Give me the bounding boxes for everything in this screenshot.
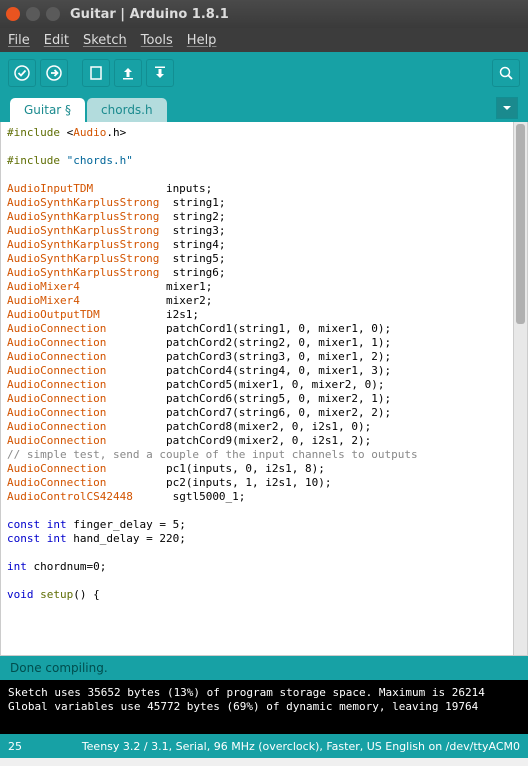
window-maximize-button[interactable] — [46, 7, 60, 21]
tabbar: Guitar § chords.h — [0, 94, 528, 122]
tab-guitar[interactable]: Guitar § — [10, 98, 85, 122]
console-output[interactable]: Sketch uses 35652 bytes (13%) of program… — [0, 680, 528, 734]
editor-scrollbar[interactable] — [513, 122, 527, 655]
window-close-button[interactable] — [6, 7, 20, 21]
menu-file[interactable]: File — [8, 33, 30, 48]
menu-tools[interactable]: Tools — [141, 33, 173, 48]
menu-edit[interactable]: Edit — [44, 33, 69, 48]
editor-area: #include <Audio.h> #include "chords.h" A… — [0, 122, 528, 656]
code-editor[interactable]: #include <Audio.h> #include "chords.h" A… — [1, 122, 513, 655]
toolbar — [0, 52, 528, 94]
serial-monitor-button[interactable] — [492, 59, 520, 87]
window-title: Guitar | Arduino 1.8.1 — [70, 7, 229, 22]
menubar: File Edit Sketch Tools Help — [0, 28, 528, 52]
menu-sketch[interactable]: Sketch — [83, 33, 127, 48]
scrollbar-thumb[interactable] — [516, 124, 525, 324]
save-button[interactable] — [146, 59, 174, 87]
new-button[interactable] — [82, 59, 110, 87]
titlebar: Guitar | Arduino 1.8.1 — [0, 0, 528, 28]
board-info: Teensy 3.2 / 3.1, Serial, 96 MHz (overcl… — [82, 740, 520, 753]
statusbar: 25 Teensy 3.2 / 3.1, Serial, 96 MHz (ove… — [0, 734, 528, 758]
compile-status: Done compiling. — [0, 656, 528, 680]
verify-button[interactable] — [8, 59, 36, 87]
menu-help[interactable]: Help — [187, 33, 217, 48]
tab-chords[interactable]: chords.h — [87, 98, 167, 122]
tab-menu-button[interactable] — [496, 97, 518, 119]
open-button[interactable] — [114, 59, 142, 87]
window-minimize-button[interactable] — [26, 7, 40, 21]
upload-button[interactable] — [40, 59, 68, 87]
line-number: 25 — [8, 740, 22, 753]
